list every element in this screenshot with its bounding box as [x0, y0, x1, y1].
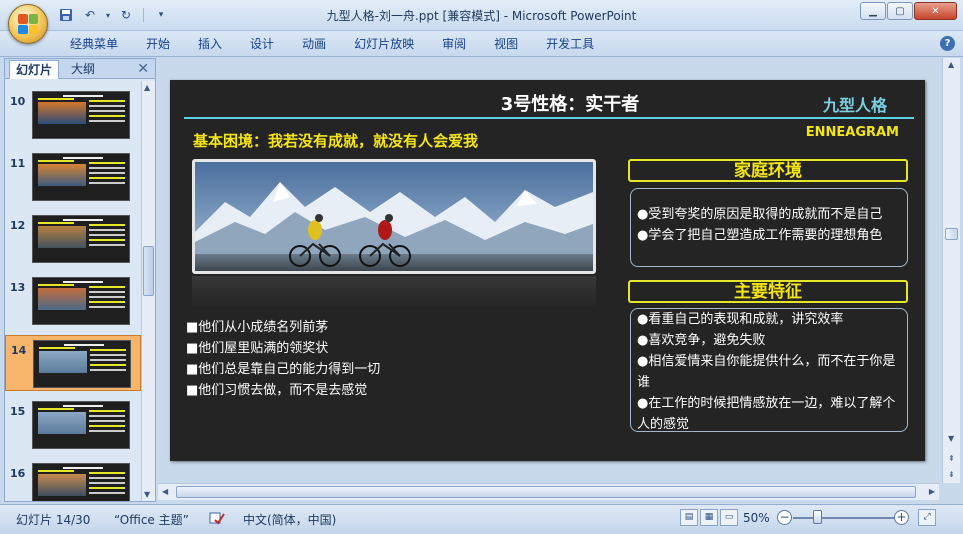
ribbon-tabs: 经典菜单 开始 插入 设计 动画 幻灯片放映 审阅 视图 开发工具 — [56, 36, 608, 52]
slide-thumbnail[interactable]: 15 — [5, 397, 141, 453]
minimize-button[interactable]: ▁ — [860, 2, 886, 20]
ribbon-tab-2[interactable]: 插入 — [184, 36, 236, 52]
bullet-item: ■他们屋里贴满的领奖状 — [186, 341, 329, 356]
ribbon-tab-5[interactable]: 幻灯片放映 — [340, 36, 428, 52]
scroll-right-icon[interactable]: ▶ — [929, 487, 935, 496]
slide-thumbnail-image — [32, 277, 130, 325]
ribbon-tab-7[interactable]: 视图 — [480, 36, 532, 52]
pane-scrollbar[interactable]: ▲ ▼ — [141, 81, 155, 501]
previous-slide-icon[interactable]: ⇞ — [948, 454, 955, 463]
horizontal-scroll-thumb[interactable] — [176, 486, 916, 498]
maximize-button[interactable]: ▢ — [887, 2, 913, 20]
bullet-item: ■他们习惯去做，而不是去感觉 — [186, 383, 368, 398]
traits-content: ●看重自己的表现和成就，讲究效率 ●喜欢竞争，避免失败 ●相信爱情来自你能提供什么，… — [630, 308, 908, 432]
slide-thumbnail-image — [32, 215, 130, 263]
title-bar: ↶ ▾ ↻ ▾ 九型人格-刘一舟.ppt [兼容模式] - Microsoft … — [0, 0, 963, 31]
language-indicator[interactable]: 中文(简体，中国) — [243, 511, 336, 528]
slide-thumbnail-image — [32, 401, 130, 449]
slide-thumbnail-image — [32, 91, 130, 139]
window-controls: ▁ ▢ ✕ — [860, 2, 957, 20]
close-pane-icon[interactable]: ✕ — [137, 61, 149, 77]
family-item: ●学会了把自己塑造成工作需要的理想角色 — [637, 228, 883, 243]
status-bar: 幻灯片 14/30 “Office 主题” 中文(简体，中国) ▤ ▦ ▭ 50… — [0, 504, 963, 534]
cyclists-photo — [192, 159, 596, 274]
spell-check-icon[interactable] — [209, 511, 225, 528]
slide-thumbnail[interactable]: 11 — [5, 149, 141, 205]
close-button[interactable]: ✕ — [914, 2, 957, 20]
slide-number: 12 — [10, 219, 26, 232]
theme-name: “Office 主题” — [114, 513, 189, 527]
scroll-left-icon[interactable]: ◀ — [162, 487, 168, 496]
slide-thumbnail[interactable]: 14 — [5, 335, 141, 391]
slide-number: 15 — [10, 405, 26, 418]
slide-sorter-view-icon[interactable]: ▦ — [700, 509, 718, 526]
brand-title: 九型人格 — [822, 96, 887, 115]
slide-title: 3号性格：实干者 — [500, 94, 640, 115]
slide-thumbnail-image — [33, 340, 131, 388]
slide-thumbnail[interactable]: 12 — [5, 211, 141, 267]
traits-header: 主要特征 — [628, 280, 908, 303]
ribbon-tab-4[interactable]: 动画 — [288, 36, 340, 52]
photo-reflection — [192, 276, 596, 308]
ribbon-tab-8[interactable]: 开发工具 — [532, 36, 608, 52]
ribbon-tab-0[interactable]: 经典菜单 — [56, 36, 132, 52]
slide-editor: 3号性格：实干者 九型人格 ENNEAGRAM 基本困境：我若没有成就，就没有人… — [158, 58, 939, 483]
office-logo-icon — [18, 14, 38, 34]
slideshow-view-icon[interactable]: ▭ — [720, 509, 738, 526]
tab-outline[interactable]: 大纲 — [65, 60, 101, 79]
ribbon: 经典菜单 开始 插入 设计 动画 幻灯片放映 审阅 视图 开发工具 ? — [0, 31, 963, 57]
zoom-in-icon[interactable]: + — [894, 510, 909, 525]
slide-subtitle: 基本困境：我若没有成就，就没有人会爱我 — [193, 132, 479, 150]
brand-subtitle: ENNEAGRAM — [805, 125, 899, 140]
slide-thumbnail[interactable]: 10 — [5, 87, 141, 143]
normal-view-icon[interactable]: ▤ — [680, 509, 698, 526]
scroll-up-icon[interactable]: ▲ — [144, 83, 150, 92]
slide-number: 14 — [11, 344, 27, 357]
slide-number: 10 — [10, 95, 26, 108]
office-button[interactable] — [8, 4, 48, 44]
family-item: ●受到夸奖的原因是取得的成就而不是自己 — [637, 207, 883, 222]
divider-line — [184, 117, 914, 119]
slide-thumbnails: 10 11 12 13 14 15 16 — [5, 81, 141, 501]
tab-slides[interactable]: 幻灯片 — [9, 60, 60, 79]
ribbon-tab-1[interactable]: 开始 — [132, 36, 184, 52]
next-slide-icon[interactable]: ⇟ — [948, 470, 955, 479]
trait-item: ●喜欢竞争，避免失败 — [637, 333, 766, 348]
slide-number: 16 — [10, 467, 26, 480]
help-icon[interactable]: ? — [940, 36, 955, 51]
slide-thumbnail[interactable]: 13 — [5, 273, 141, 329]
bullet-item: ■他们从小成绩名列前茅 — [186, 320, 329, 335]
trait-item: ●在工作的时候把情感放在一边，难以了解个人的感觉 — [637, 396, 896, 432]
main-scroll-up-icon[interactable]: ▲ — [948, 60, 954, 69]
ribbon-tab-3[interactable]: 设计 — [236, 36, 288, 52]
zoom-slider[interactable] — [793, 517, 898, 519]
family-header: 家庭环境 — [628, 159, 908, 182]
slide-number: 13 — [10, 281, 26, 294]
slide-counter: 幻灯片 14/30 — [16, 513, 91, 527]
pane-scroll-thumb[interactable] — [143, 246, 154, 296]
trait-item: ●看重自己的表现和成就，讲究效率 — [637, 312, 844, 327]
main-scroll-thumb[interactable] — [945, 228, 958, 240]
ribbon-tab-6[interactable]: 审阅 — [428, 36, 480, 52]
trait-item: ●相信爱情来自你能提供什么，而不在于你是谁 — [637, 354, 896, 390]
slide-canvas[interactable]: 3号性格：实干者 九型人格 ENNEAGRAM 基本困境：我若没有成就，就没有人… — [170, 80, 925, 461]
family-content: ●受到夸奖的原因是取得的成就而不是自己 ●学会了把自己塑造成工作需要的理想角色 — [630, 188, 908, 267]
pane-tabs: 幻灯片 大纲 ✕ — [5, 59, 155, 79]
main-horizontal-scrollbar[interactable]: ◀ ▶ — [158, 483, 939, 500]
scroll-down-icon[interactable]: ▼ — [144, 490, 150, 499]
slide-thumbnail-image — [32, 463, 130, 501]
main-vertical-scrollbar[interactable]: ▲ ▼ ⇞ ⇟ — [942, 58, 960, 483]
slide-thumbnail[interactable]: 16 — [5, 459, 141, 501]
slide-thumbnail-image — [32, 153, 130, 201]
slides-pane: 幻灯片 大纲 ✕ 10 11 12 13 14 15 16 ▲ ▼ — [4, 58, 156, 502]
zoom-level[interactable]: 50% — [743, 511, 770, 525]
bullet-item: ■他们总是靠自己的能力得到一切 — [186, 362, 381, 377]
left-bullet-list: ■他们从小成绩名列前茅 ■他们屋里贴满的领奖状 ■他们总是靠自己的能力得到一切 ■他们… — [186, 317, 380, 401]
slide-number: 11 — [10, 157, 26, 170]
fit-to-window-icon[interactable]: ⤢ — [918, 509, 936, 526]
zoom-slider-handle[interactable] — [813, 510, 822, 524]
zoom-out-icon[interactable]: − — [777, 510, 792, 525]
main-scroll-down-icon[interactable]: ▼ — [948, 434, 954, 443]
window-title: 九型人格-刘一舟.ppt [兼容模式] - Microsoft PowerPoi… — [326, 9, 637, 23]
